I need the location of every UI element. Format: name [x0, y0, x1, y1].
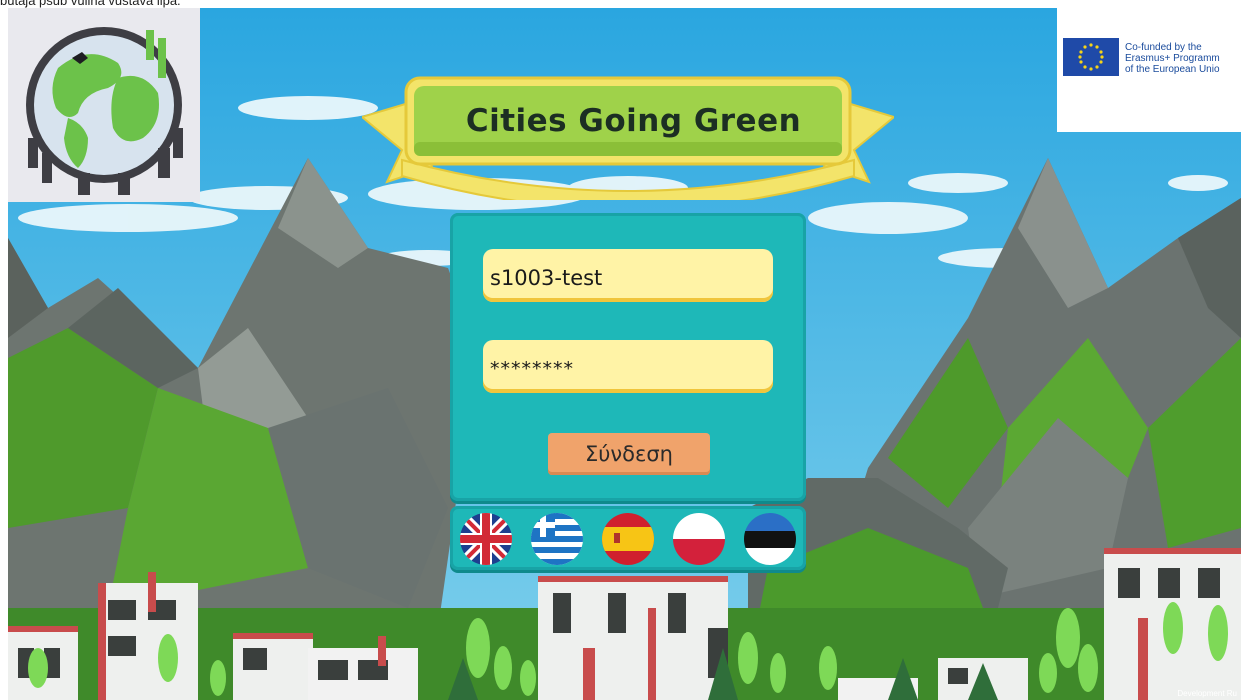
flag-spain-icon[interactable]: [602, 513, 654, 565]
flag-uk-icon[interactable]: [460, 513, 512, 565]
eu-line-2: Erasmus+ Programm: [1125, 53, 1220, 64]
game-scene: Co-funded by the Erasmus+ Programm of th…: [8, 8, 1241, 700]
flag-poland-icon[interactable]: [673, 513, 725, 565]
eu-line-3: of the European Unio: [1125, 64, 1220, 75]
password-field[interactable]: ********: [483, 340, 773, 393]
flag-greece-icon[interactable]: [531, 513, 583, 565]
login-panel: s1003-test ******** Σύνδεση: [450, 213, 806, 501]
eu-cofunded-badge: Co-funded by the Erasmus+ Programm of th…: [1057, 8, 1241, 132]
eu-line-1: Co-funded by the: [1125, 42, 1202, 53]
language-selector: [450, 506, 806, 570]
game-title: Cities Going Green: [465, 103, 802, 139]
eu-cofunded-text: Co-funded by the Erasmus+ Programm of th…: [1125, 42, 1220, 75]
eu-flag-icon: [1063, 38, 1119, 76]
page-caption: butaja pšub vulina vustava ilpa.: [0, 0, 181, 8]
username-field[interactable]: s1003-test: [483, 249, 773, 302]
developer-credit: Development Ru: [1177, 689, 1237, 698]
cities-going-green-logo: [8, 8, 200, 202]
globe-logo-icon: [26, 27, 183, 195]
flag-estonia-icon[interactable]: [744, 513, 796, 565]
password-value: ********: [490, 358, 574, 380]
username-value: s1003-test: [490, 266, 603, 290]
login-button[interactable]: Σύνδεση: [548, 433, 710, 475]
